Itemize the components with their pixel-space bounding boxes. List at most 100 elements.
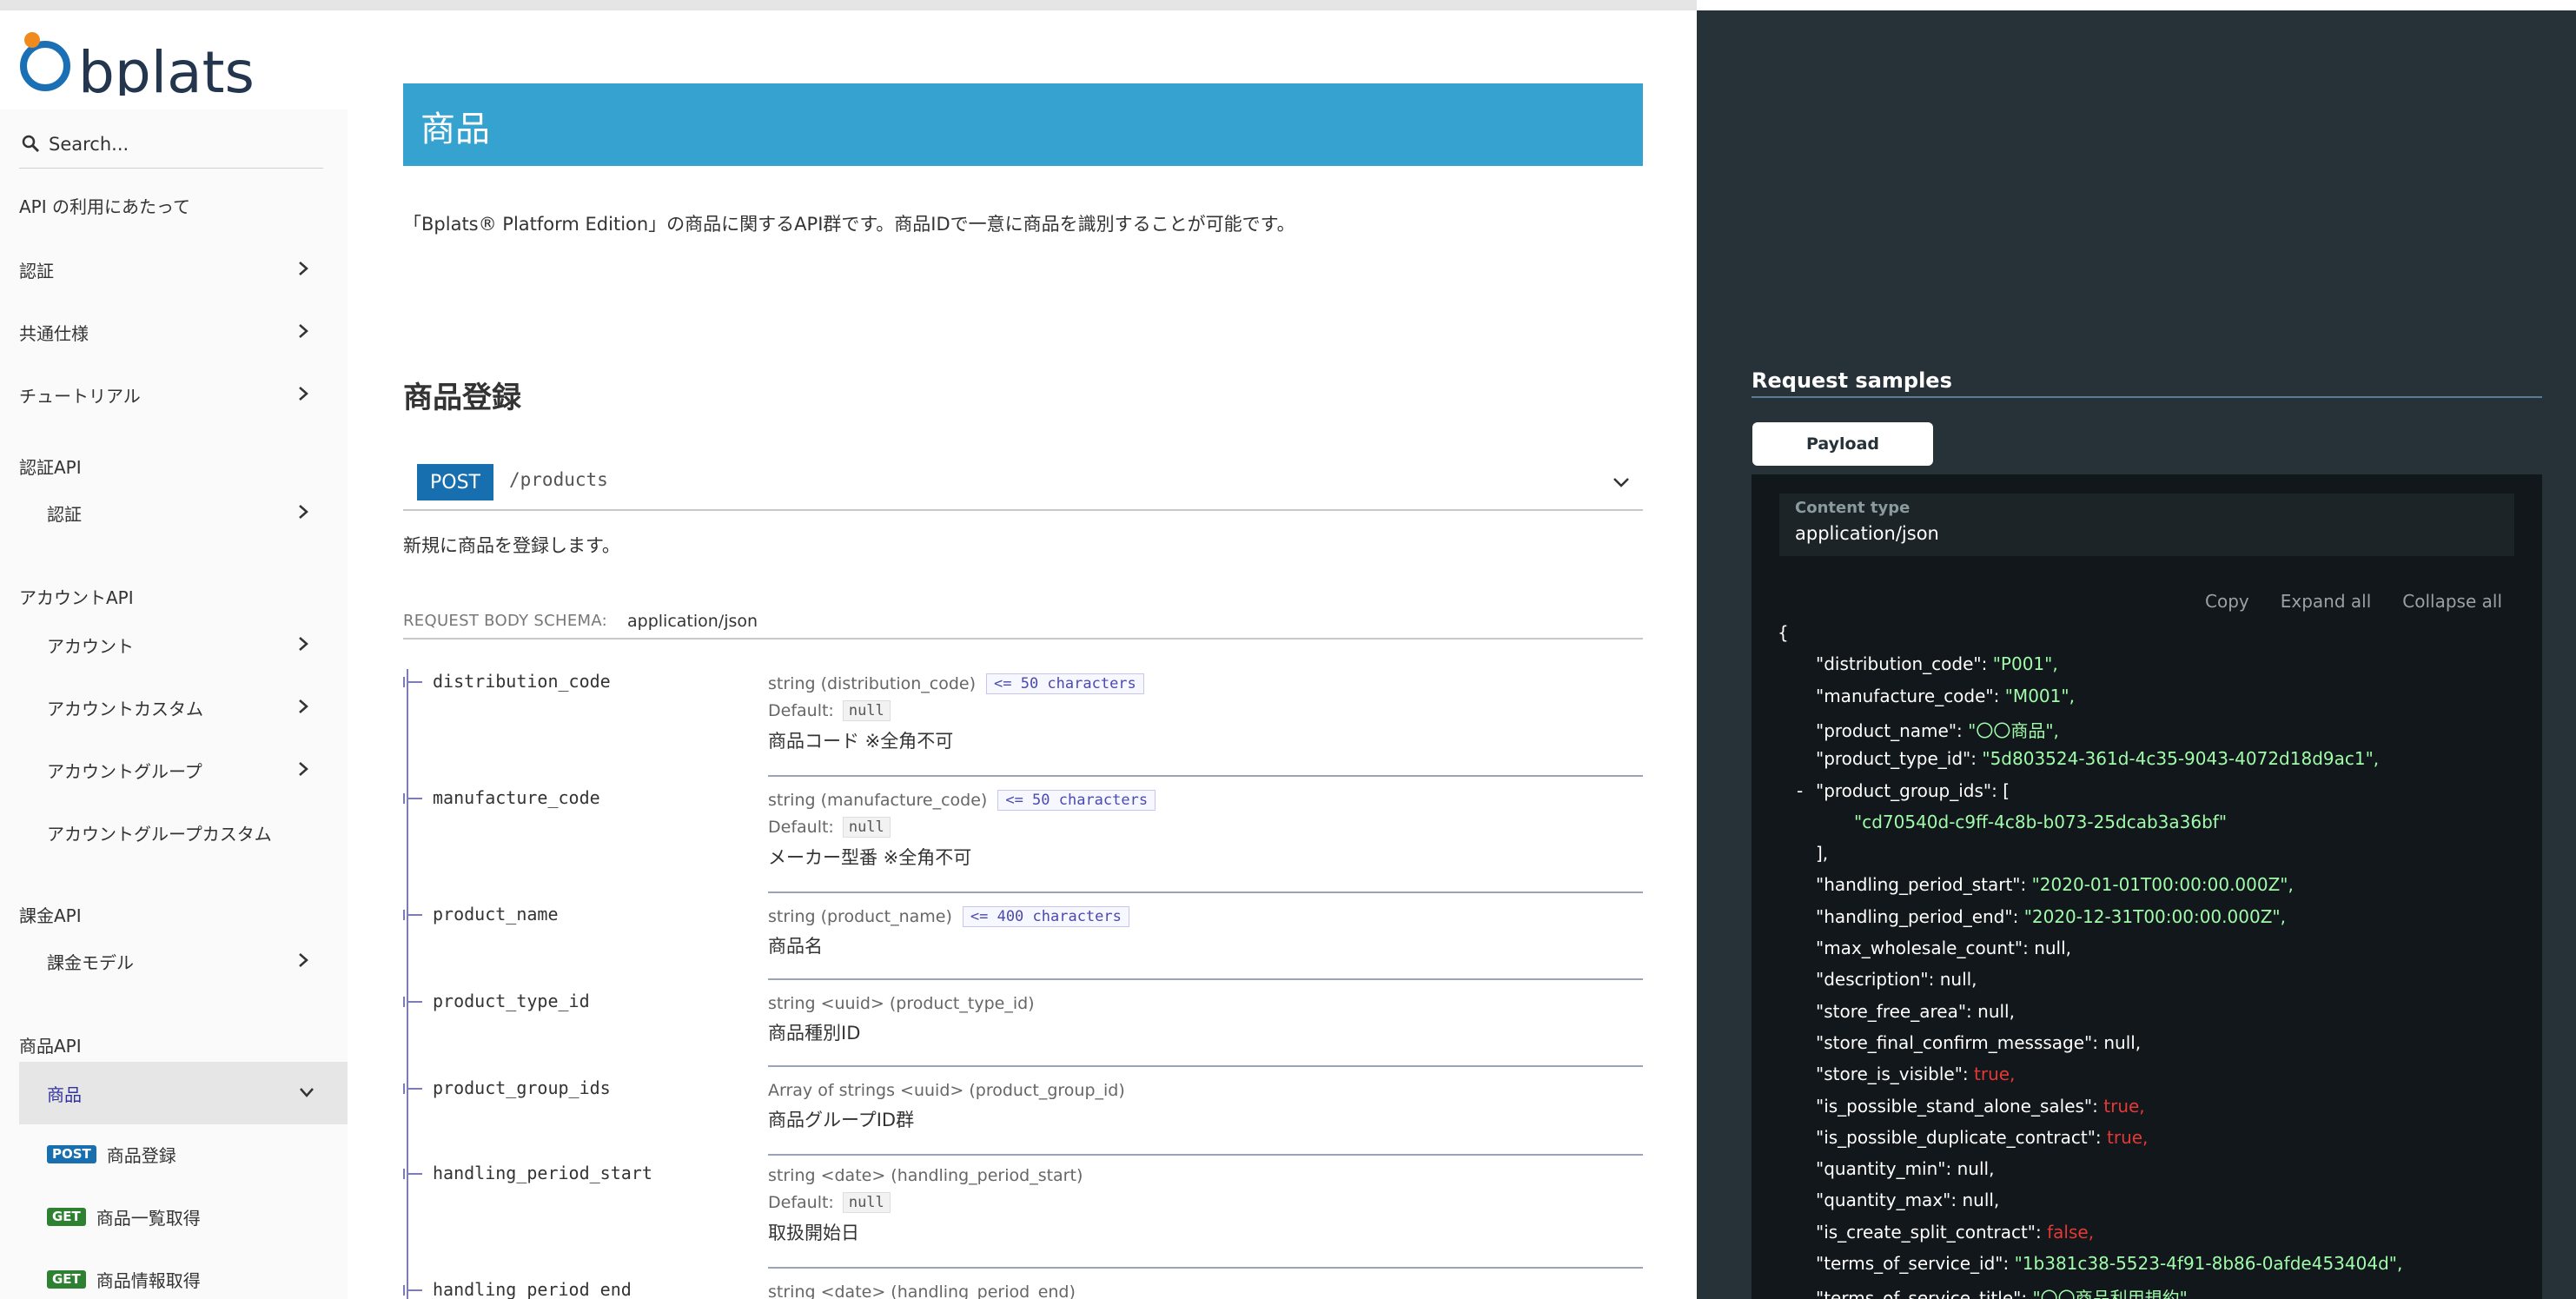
nav-item-common-spec[interactable]: 共通仕様 xyxy=(0,308,348,356)
tree-branch xyxy=(403,1169,422,1179)
code-line: "is_create_split_contract": false, xyxy=(1816,1222,2094,1243)
nav-group-heading-product-api: 商品API xyxy=(19,1036,82,1057)
code-key: "handling_period_end" xyxy=(1816,905,2013,927)
code-colon: : xyxy=(2092,1095,2104,1117)
chevron-right-icon xyxy=(299,953,308,967)
nav-item-label: 認証 xyxy=(19,260,54,282)
nav-item-label: 課金モデル xyxy=(47,951,134,973)
code-colon: : xyxy=(1928,969,1940,991)
nav-item-billing-model[interactable]: 課金モデル xyxy=(0,937,348,985)
tree-branch xyxy=(403,997,422,1007)
nav-item-account-group-custom[interactable]: アカウントグループカスタム xyxy=(0,808,348,857)
schema-property: product_name string (product_name) <= 400… xyxy=(403,904,1643,989)
chevron-right-icon xyxy=(299,762,308,776)
chevron-down-icon[interactable] xyxy=(1610,471,1632,494)
expand-all-button[interactable]: Expand all xyxy=(2281,591,2372,612)
property-description: 商品種別ID xyxy=(768,1023,861,1044)
code-value: null, xyxy=(2034,938,2072,958)
sidebar: bplats API の利用にあたって 認証 共通仕様 チュートリアル 認証AP… xyxy=(0,10,348,1299)
code-line: "manufacture_code": "M001", xyxy=(1816,686,2075,706)
property-description: 商品コード ※全角不可 xyxy=(768,731,954,752)
property-detail: string (product_name) <= 400 characters 商… xyxy=(768,904,1643,980)
search-input[interactable] xyxy=(49,129,318,160)
code-line: "max_wholesale_count": null, xyxy=(1816,938,2071,958)
copy-button[interactable]: Copy xyxy=(2205,591,2249,612)
property-name: handling_period_end xyxy=(433,1279,632,1299)
nav-item-account-group[interactable]: アカウントグループ xyxy=(0,746,348,794)
code-line: "quantity_max": null, xyxy=(1816,1190,1999,1210)
property-type: string (manufacture_code) xyxy=(768,791,988,810)
nav-item-product[interactable]: 商品 xyxy=(19,1062,348,1124)
collapse-toggle[interactable]: - xyxy=(1797,780,1803,801)
nav-item-label: チュートリアル xyxy=(19,385,141,407)
endpoint-bar[interactable]: POST /products xyxy=(403,452,1643,511)
code-line: "cd70540d-c9ff-4c8b-b073-25dcab3a36bf" xyxy=(1854,812,2227,832)
property-name: distribution_code xyxy=(433,671,611,692)
code-key: "is_possible_duplicate_contract" xyxy=(1816,1126,2096,1148)
code-line: "quantity_min": null, xyxy=(1816,1158,1994,1179)
tree-branch xyxy=(403,1285,422,1296)
code-key: "store_is_visible" xyxy=(1816,1064,1963,1085)
code-key: "product_group_ids" xyxy=(1816,779,1992,801)
property-description: 商品グループID群 xyxy=(768,1110,915,1130)
content-type-value: application/json xyxy=(1795,523,1939,544)
nav-item-auth[interactable]: 認証 xyxy=(0,245,348,294)
code-colon: : xyxy=(1950,1190,1963,1211)
nav-item-account[interactable]: アカウント xyxy=(0,620,348,669)
code-value: "5d803524-361d-4c35-9043-4072d18d9ac1", xyxy=(1982,748,2380,770)
operation-description: 新規に商品を登録します。 xyxy=(403,535,620,556)
property-type: Array of strings <uuid> (product_group_i… xyxy=(768,1081,1125,1100)
nav-op-product-list[interactable]: GET 商品一覧取得 xyxy=(47,1199,201,1234)
property-type: string (distribution_code) xyxy=(768,674,977,693)
property-detail: string <date> (handling_period_end) xyxy=(768,1279,1643,1299)
nav-item-label: アカウントグループ xyxy=(47,760,202,782)
property-name: product_name xyxy=(433,904,559,925)
code-value: true, xyxy=(2107,1126,2149,1148)
nav-op-label: 商品登録 xyxy=(106,1144,176,1166)
code-value: "2020-01-01T00:00:00.000Z", xyxy=(2031,874,2294,896)
nav-op-label: 商品情報取得 xyxy=(96,1269,201,1291)
code-key: "store_free_area" xyxy=(1816,1000,1967,1022)
search-box xyxy=(19,123,323,169)
code-sample-panel: Content type application/json Copy Expan… xyxy=(1752,474,2542,1299)
property-type: string <uuid> (product_type_id) xyxy=(768,994,1035,1013)
code-key: "distribution_code" xyxy=(1816,653,1982,675)
collapse-all-button[interactable]: Collapse all xyxy=(2402,591,2502,612)
nav-item-tutorial[interactable]: チュートリアル xyxy=(0,370,348,419)
property-description: 商品名 xyxy=(768,936,823,957)
chevron-down-icon xyxy=(300,1088,314,1097)
code-key: "terms_of_service_title" xyxy=(1816,1288,2022,1299)
chevron-right-icon xyxy=(299,505,308,519)
code-line: "description": null, xyxy=(1816,969,1977,990)
property-constraint: <= 50 characters xyxy=(986,673,1144,694)
code-value: true, xyxy=(1974,1064,2016,1085)
section-banner: 商品 xyxy=(403,83,1643,166)
chevron-right-icon xyxy=(299,699,308,713)
property-name: manufacture_code xyxy=(433,787,600,808)
nav-item-intro[interactable]: API の利用にあたって xyxy=(0,181,348,229)
nav-op-label: 商品一覧取得 xyxy=(96,1207,201,1229)
nav-op-product-create[interactable]: POST 商品登録 xyxy=(47,1137,176,1171)
bplats-logo[interactable]: bplats xyxy=(19,23,328,96)
nav-item-account-custom[interactable]: アカウントカスタム xyxy=(0,683,348,732)
nav-item-auth-sub[interactable]: 認証 xyxy=(0,488,348,537)
code-key: "max_wholesale_count" xyxy=(1816,938,2023,958)
code-value: "cd70540d-c9ff-4c8b-b073-25dcab3a36bf" xyxy=(1854,811,2228,832)
content-type-dropdown[interactable]: Content type application/json xyxy=(1779,494,2514,556)
search-icon xyxy=(22,135,40,153)
code-line: { xyxy=(1778,622,1789,643)
default-value: null xyxy=(842,1192,891,1213)
schema-property: manufacture_code string (manufacture_cod… xyxy=(403,787,1643,902)
code-key: "manufacture_code" xyxy=(1816,685,1994,706)
property-type: string (product_name) xyxy=(768,907,952,926)
tree-branch xyxy=(403,910,422,920)
tab-payload[interactable]: Payload xyxy=(1752,422,1933,466)
nav-item-label: アカウント xyxy=(47,635,134,657)
code-colon: : xyxy=(2012,905,2024,927)
nav-op-product-detail[interactable]: GET 商品情報取得 xyxy=(47,1262,201,1296)
code-line: ], xyxy=(1816,843,1828,864)
code-colon: : xyxy=(2021,1288,2033,1299)
code-key: "product_name" xyxy=(1816,719,1957,741)
code-colon: : xyxy=(1993,685,2005,706)
code-actions: Copy Expand all Collapse all xyxy=(2205,591,2502,612)
